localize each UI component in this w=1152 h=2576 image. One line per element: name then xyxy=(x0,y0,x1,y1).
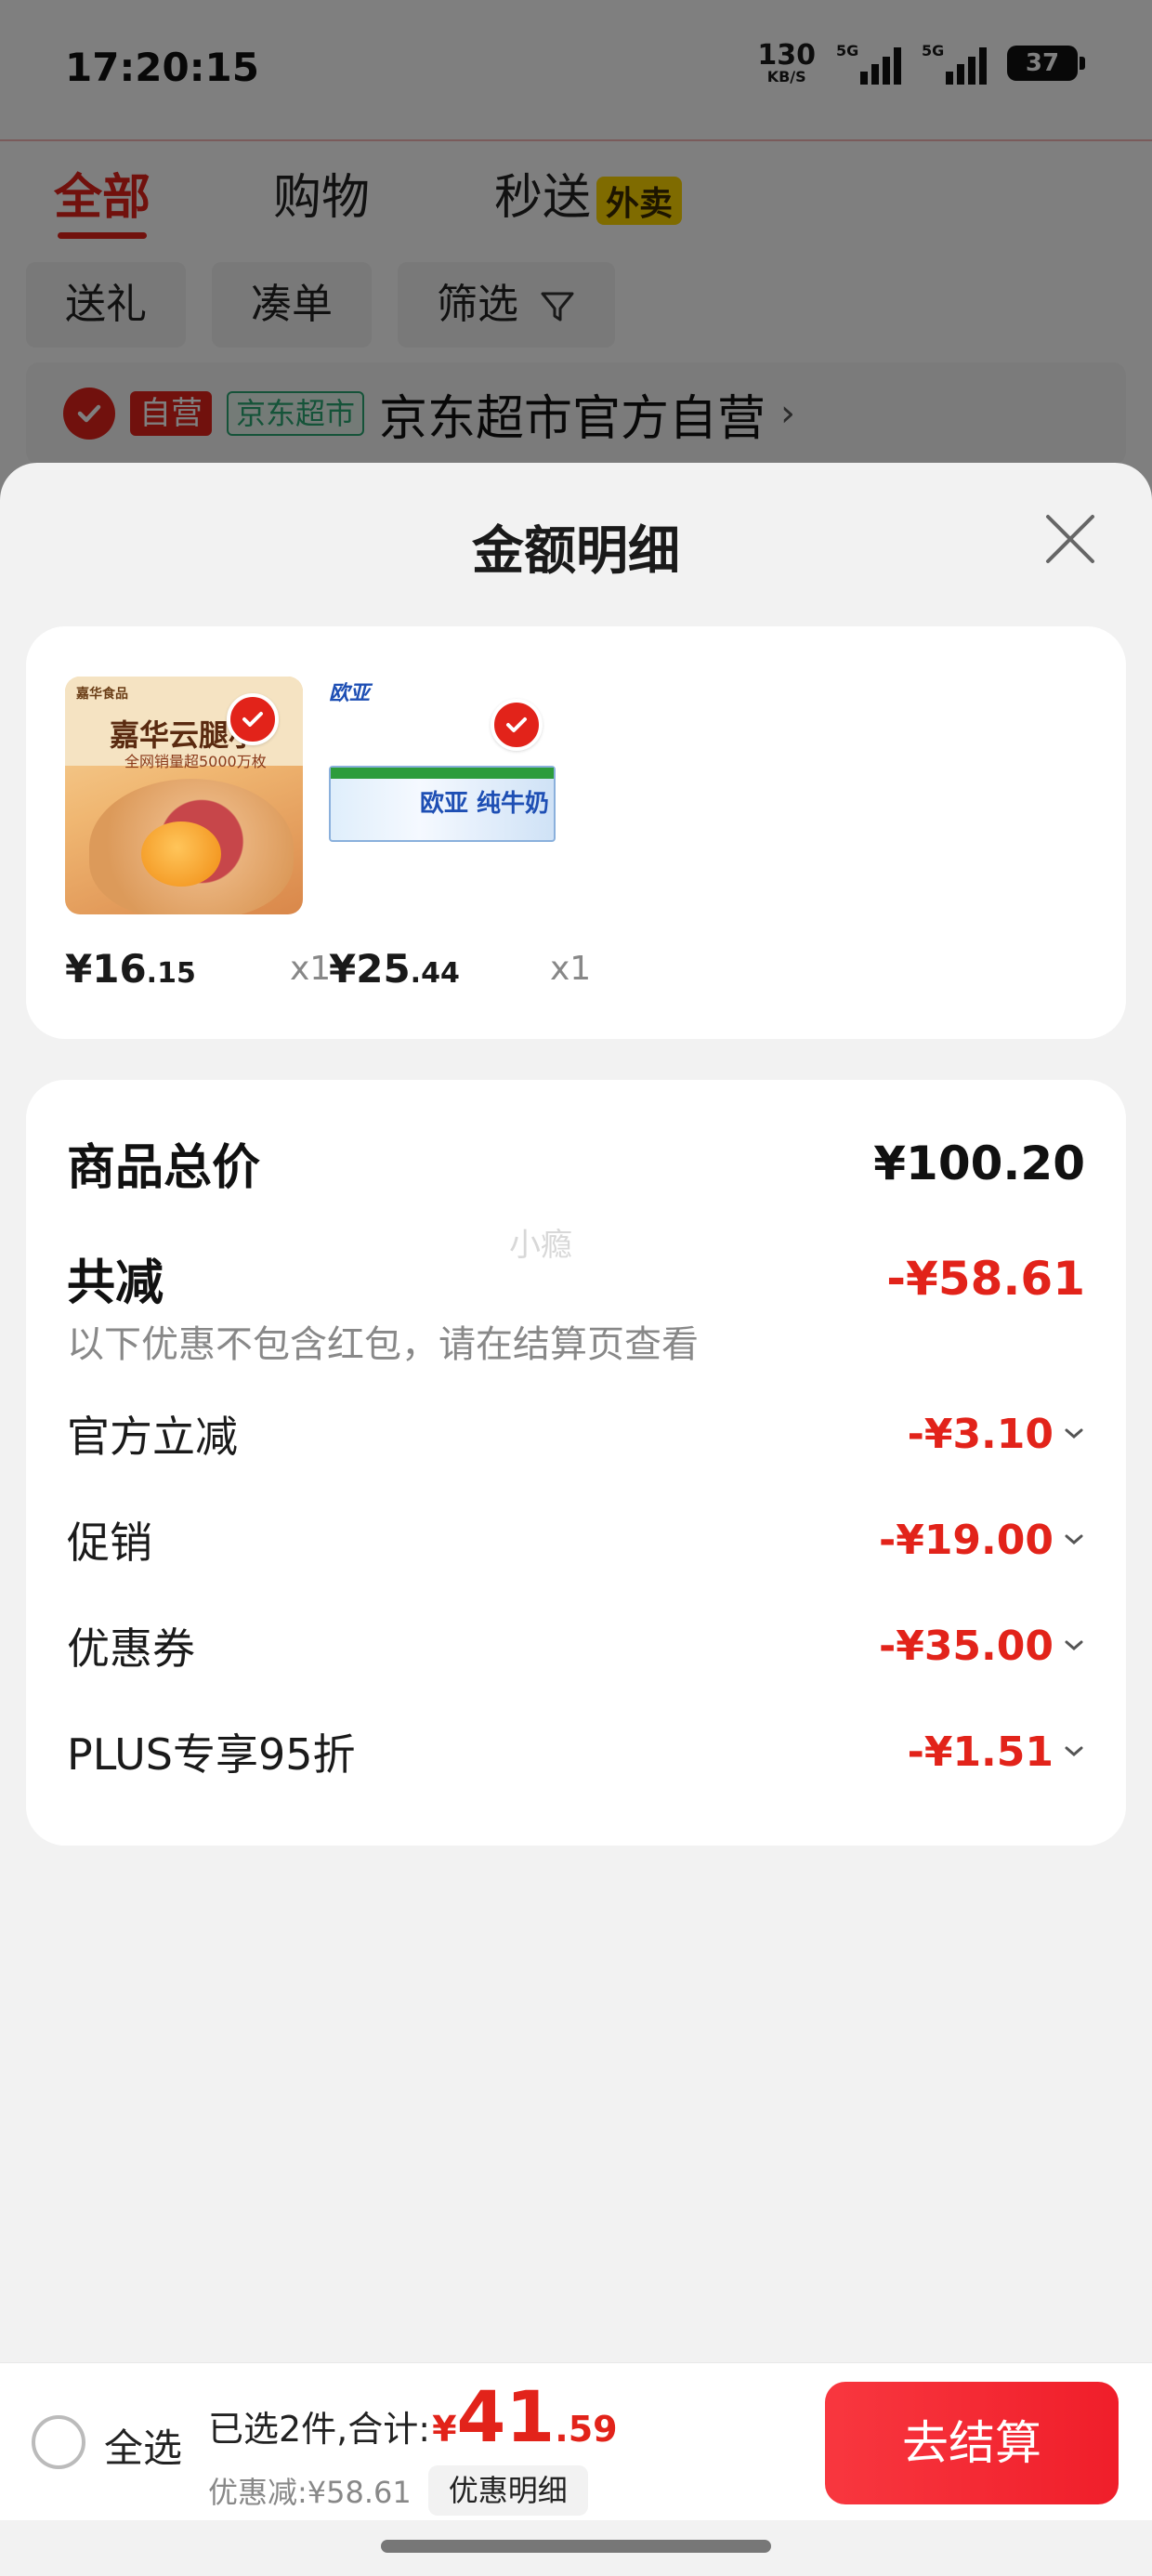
item-check-icon[interactable] xyxy=(227,693,279,745)
price-summary-card: 商品总价 ¥100.20 小瘾 共减 -¥58.61 以下优惠不包含红包，请在结… xyxy=(26,1080,1126,1846)
amount-detail-sheet: 金额明细 嘉华食品 嘉华云腿小 全网销量超5000万枚 ¥16.15 x1 欧亚 xyxy=(0,463,1152,2576)
chevron-down-icon xyxy=(1065,1428,1083,1439)
home-indicator[interactable] xyxy=(381,2540,771,2553)
checkout-button[interactable]: 去结算 xyxy=(825,2382,1119,2504)
product-image-subtitle: 全网销量超5000万枚 xyxy=(124,753,267,770)
selected-total: 已选2件,合计: ¥41.59 xyxy=(208,2382,618,2452)
discount-value: -¥3.10 xyxy=(907,1410,1054,1458)
item-card[interactable]: 嘉华食品 嘉华云腿小 全网销量超5000万枚 ¥16.15 x1 xyxy=(65,677,331,992)
discount-value: -¥19.00 xyxy=(878,1516,1054,1564)
item-quantity: x1 xyxy=(550,950,592,988)
discount-label: PLUS专享95折 xyxy=(67,1729,356,1780)
total-reduce-value: -¥58.61 xyxy=(886,1251,1085,1306)
item-price-int: ¥25 xyxy=(329,946,411,992)
discount-label: 优惠券 xyxy=(67,1623,195,1674)
selected-items-card: 嘉华食品 嘉华云腿小 全网销量超5000万枚 ¥16.15 x1 欧亚 欧亚 纯… xyxy=(26,626,1126,1039)
item-card[interactable]: 欧亚 欧亚 纯牛奶 ¥25.44 x1 xyxy=(329,677,591,992)
discount-label: 官方立减 xyxy=(67,1412,238,1462)
item-check-icon[interactable] xyxy=(491,699,543,751)
item-quantity: x1 xyxy=(290,950,332,988)
product-image-logo: 欧亚 xyxy=(329,682,371,705)
select-all-label[interactable]: 全选 xyxy=(104,2417,182,2474)
sheet-title: 金额明细 xyxy=(472,521,680,582)
total-reduce-row: 共减 -¥58.61 xyxy=(67,1243,1085,1313)
item-price-dec: .15 xyxy=(146,957,196,990)
modal-overlay[interactable] xyxy=(0,0,1152,502)
total-price-row: 商品总价 ¥100.20 xyxy=(67,1128,1085,1198)
discount-value: -¥1.51 xyxy=(907,1728,1054,1776)
item-price-int: ¥16 xyxy=(65,946,147,992)
discount-label: 促销 xyxy=(67,1518,152,1568)
total-currency: ¥ xyxy=(432,2409,457,2450)
total-price-value: ¥100.20 xyxy=(873,1136,1085,1190)
total-integer: 41 xyxy=(456,2375,556,2458)
close-icon[interactable] xyxy=(1042,511,1098,567)
product-image-brand: 嘉华食品 xyxy=(76,687,128,702)
select-all-radio[interactable] xyxy=(32,2415,85,2469)
total-price-label: 商品总价 xyxy=(67,1140,261,1196)
discount-detail-button[interactable]: 优惠明细 xyxy=(427,2465,588,2516)
item-price: ¥16.15 xyxy=(65,946,196,992)
product-image-brand: 欧亚 纯牛奶 xyxy=(420,790,550,818)
selected-count-text: 已选2件,合计: xyxy=(208,2409,431,2450)
item-price-dec: .44 xyxy=(410,957,460,990)
discount-row[interactable]: 官方立减 -¥3.10 xyxy=(67,1403,1085,1465)
discount-row[interactable]: PLUS专享95折 -¥1.51 xyxy=(67,1721,1085,1782)
total-reduce-label: 共减 xyxy=(67,1255,164,1311)
discount-row[interactable]: 优惠券 -¥35.00 xyxy=(67,1615,1085,1676)
discount-total-text: 优惠减:¥58.61 xyxy=(208,2475,412,2510)
discount-row[interactable]: 促销 -¥19.00 xyxy=(67,1509,1085,1571)
discount-hint: 以下优惠不包含红包，请在结算页查看 xyxy=(67,1323,699,1366)
checkout-bar: 全选 已选2件,合计: ¥41.59 优惠减:¥58.61 优惠明细 去结算 xyxy=(0,2362,1152,2520)
discount-value: -¥35.00 xyxy=(878,1622,1054,1670)
total-decimal: .59 xyxy=(555,2409,618,2450)
chevron-down-icon xyxy=(1065,1746,1083,1756)
item-price: ¥25.44 xyxy=(329,946,460,992)
discount-summary: 优惠减:¥58.61 优惠明细 xyxy=(208,2465,588,2516)
chevron-down-icon xyxy=(1065,1534,1083,1544)
chevron-down-icon xyxy=(1065,1640,1083,1650)
